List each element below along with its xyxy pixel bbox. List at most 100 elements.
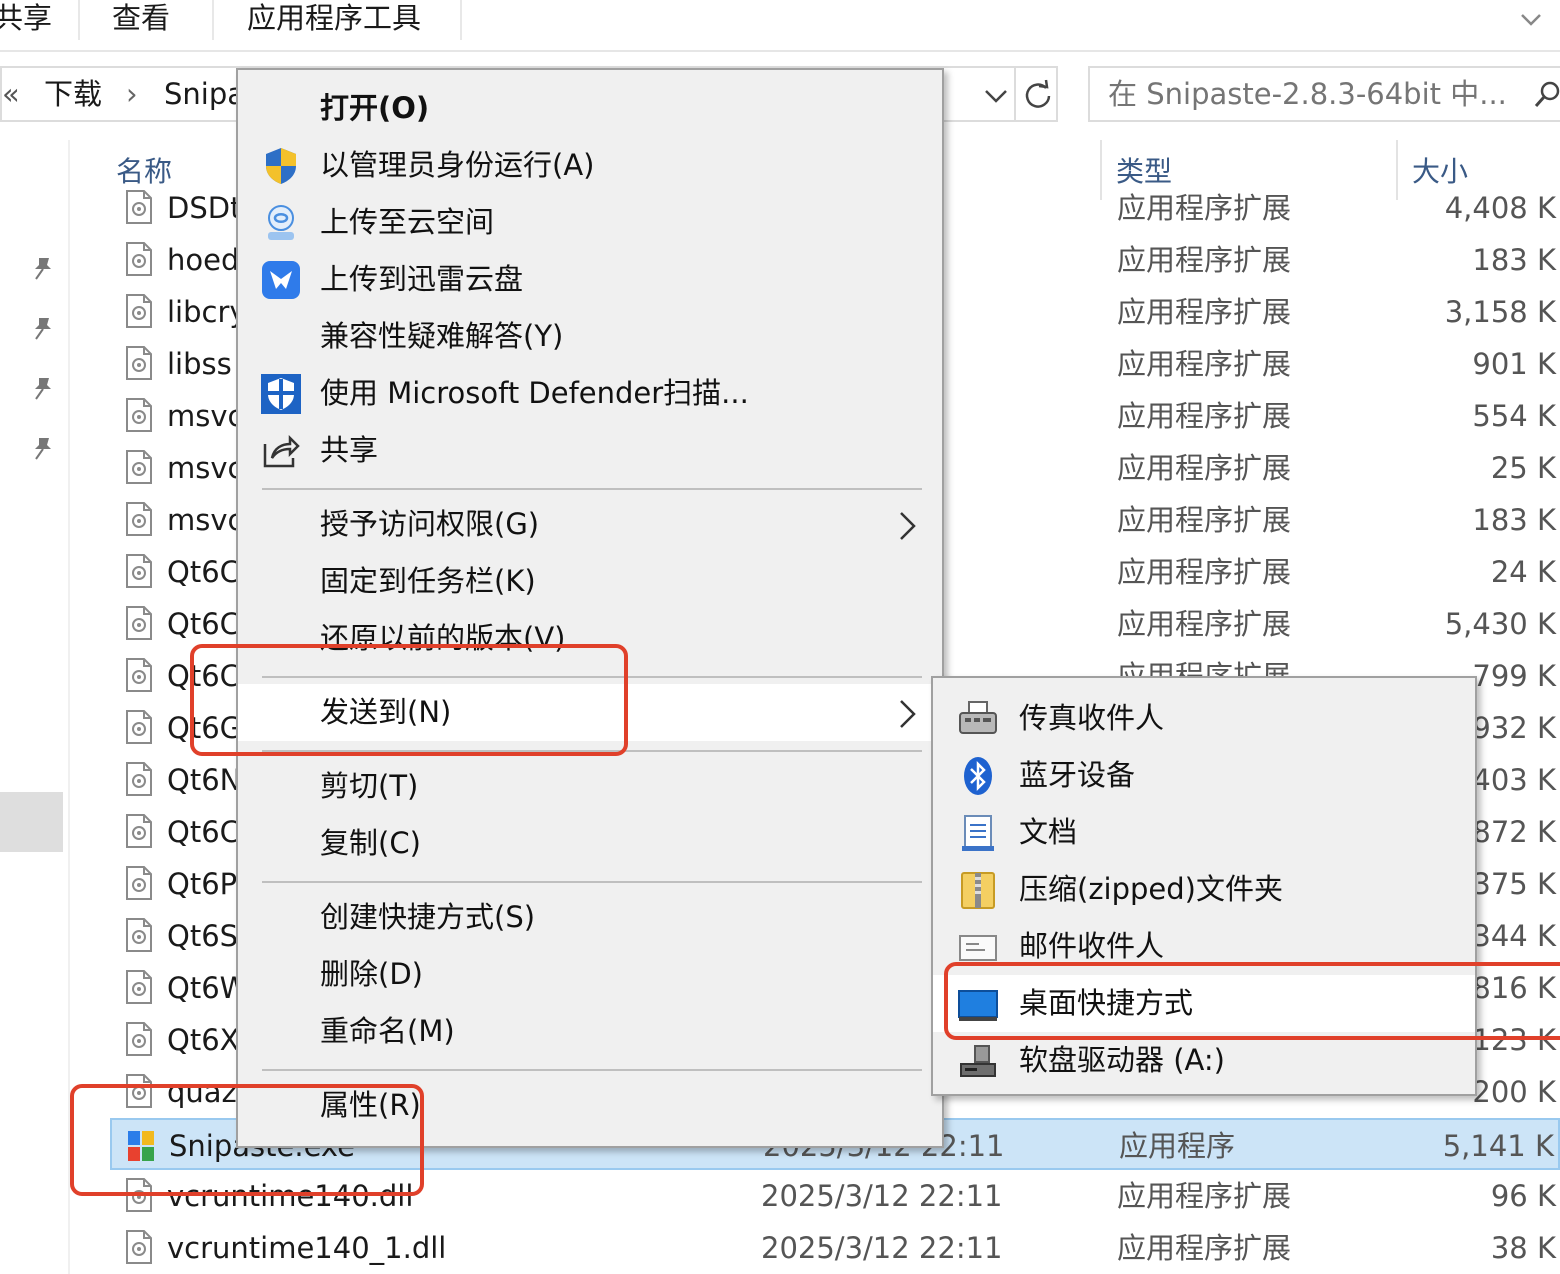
file-row[interactable]: vcruntime140_1.dll 2025/3/12 22:11 应用程序扩展 3…	[110, 1222, 1560, 1274]
highlight-box-send-to	[190, 644, 628, 756]
dll-file-icon	[126, 918, 152, 952]
ribbon-divider	[460, 0, 462, 40]
file-size: 344 K	[1472, 919, 1556, 953]
send-to-floppy[interactable]: 软盘驱动器 (A:)	[933, 1032, 1475, 1089]
menu-item-label: 授予访问权限(G)	[320, 507, 540, 541]
chevron-right-icon	[900, 700, 916, 728]
file-name: Qt6S	[167, 919, 239, 953]
menu-item-open[interactable]: 打开(O)	[238, 80, 942, 137]
menu-separator	[262, 1069, 922, 1071]
chevron-right-icon	[900, 512, 916, 540]
menu-separator	[262, 488, 922, 490]
dll-file-icon	[126, 450, 152, 484]
file-name: Qt6P	[167, 867, 238, 901]
file-name: libcry	[167, 295, 247, 329]
menu-item-share[interactable]: 共享	[238, 422, 942, 479]
menu-item-cut[interactable]: 剪切(T)	[238, 758, 942, 815]
file-date: 2025/3/12 22:11	[761, 1179, 1003, 1213]
file-size: 872 K	[1472, 815, 1556, 849]
pin-icon	[35, 438, 51, 460]
file-type: 应用程序扩展	[1117, 347, 1292, 381]
chevron-down-icon[interactable]	[1518, 6, 1544, 32]
send-to-zip[interactable]: 压缩(zipped)文件夹	[933, 861, 1475, 918]
menu-item-delete[interactable]: 删除(D)	[238, 946, 942, 1003]
address-overflow[interactable]: «	[2, 72, 20, 116]
file-type: 应用程序扩展	[1117, 191, 1292, 225]
nav-selected-item[interactable]	[0, 792, 63, 852]
dll-file-icon	[126, 866, 152, 900]
menu-item-create-shortcut[interactable]: 创建快捷方式(S)	[238, 889, 942, 946]
breadcrumb-downloads[interactable]: 下载	[44, 72, 102, 116]
file-name: Qt6C	[167, 555, 240, 589]
file-type: 应用程序	[1119, 1129, 1236, 1163]
menu-item-label: 创建快捷方式(S)	[320, 900, 536, 934]
menu-item-run-as-admin[interactable]: 以管理员身份运行(A)	[238, 137, 942, 194]
search-input[interactable]	[1108, 72, 1528, 116]
menu-item-upload-cloud[interactable]: 上传至云空间	[238, 194, 942, 251]
file-name: DSDt	[167, 191, 242, 225]
file-size: 901 K	[1472, 347, 1556, 381]
pin-icon	[35, 378, 51, 400]
breadcrumb-snipaste[interactable]: Snipa	[164, 72, 245, 116]
menu-item-defender-scan[interactable]: 使用 Microsoft Defender扫描...	[238, 365, 942, 422]
breadcrumb-separator[interactable]: ›	[126, 72, 138, 116]
file-size: 183 K	[1472, 503, 1556, 537]
menu-item-compatibility[interactable]: 兼容性疑难解答(Y)	[238, 308, 942, 365]
file-size: 554 K	[1472, 399, 1556, 433]
send-to-documents[interactable]: 文档	[933, 804, 1475, 861]
file-size: 403 K	[1472, 763, 1556, 797]
menu-item-label: 复制(C)	[320, 826, 421, 860]
send-to-fax[interactable]: 传真收件人	[933, 690, 1475, 747]
menu-item-label: 打开(O)	[320, 91, 430, 125]
menu-item-grant-access[interactable]: 授予访问权限(G)	[238, 496, 942, 553]
file-type: 应用程序扩展	[1117, 607, 1292, 641]
menu-item-copy[interactable]: 复制(C)	[238, 815, 942, 872]
chevron-down-icon[interactable]	[982, 82, 1010, 110]
ribbon-divider	[78, 0, 80, 40]
dll-file-icon	[126, 762, 152, 796]
file-size: 25 K	[1490, 451, 1556, 485]
menu-item-rename[interactable]: 重命名(M)	[238, 1003, 942, 1060]
tab-share[interactable]: 共享	[0, 0, 52, 40]
menu-item-label: 上传到迅雷云盘	[320, 262, 524, 296]
cloud-space-icon	[268, 205, 294, 240]
file-name: Qt6C	[167, 815, 240, 849]
file-name: Qt6X	[167, 1023, 240, 1057]
menu-item-pin-taskbar[interactable]: 固定到任务栏(K)	[238, 553, 942, 610]
menu-item-label: 重命名(M)	[320, 1014, 455, 1048]
menu-item-label: 固定到任务栏(K)	[320, 564, 536, 598]
defender-shield-icon	[261, 374, 301, 414]
menu-item-upload-xunlei[interactable]: 上传到迅雷云盘	[238, 251, 942, 308]
bluetooth-icon	[964, 757, 992, 795]
file-type: 应用程序扩展	[1117, 295, 1292, 329]
uac-shield-icon	[266, 148, 296, 184]
menu-item-label: 删除(D)	[320, 957, 423, 991]
dll-file-icon	[126, 710, 152, 744]
submenu-item-label: 文档	[1019, 815, 1078, 849]
file-size: 375 K	[1472, 867, 1556, 901]
menu-item-label: 剪切(T)	[320, 769, 419, 803]
highlight-box-desktop-shortcut	[944, 962, 1560, 1040]
file-type: 应用程序扩展	[1117, 399, 1292, 433]
file-size: 24 K	[1490, 555, 1556, 589]
file-size: 5,430 K	[1444, 607, 1556, 641]
search-icon[interactable]	[1534, 80, 1560, 110]
file-type: 应用程序扩展	[1117, 1231, 1292, 1265]
send-to-bluetooth[interactable]: 蓝牙设备	[933, 747, 1475, 804]
dll-file-icon	[126, 606, 152, 640]
tab-app-tools[interactable]: 应用程序工具	[247, 0, 421, 40]
file-type: 应用程序扩展	[1117, 1179, 1292, 1213]
file-size: 3,158 K	[1444, 295, 1556, 329]
file-name: hoed	[167, 243, 240, 277]
dll-file-icon	[126, 242, 152, 276]
menu-item-label: 以管理员身份运行(A)	[320, 148, 595, 182]
dll-file-icon	[126, 814, 152, 848]
pin-icon	[35, 258, 51, 280]
dll-file-icon	[126, 554, 152, 588]
dll-file-icon	[126, 190, 152, 224]
address-divider	[1014, 66, 1016, 122]
refresh-icon[interactable]	[1022, 78, 1054, 110]
dll-file-icon	[126, 294, 152, 328]
share-icon	[263, 434, 300, 468]
tab-view[interactable]: 查看	[112, 0, 170, 40]
